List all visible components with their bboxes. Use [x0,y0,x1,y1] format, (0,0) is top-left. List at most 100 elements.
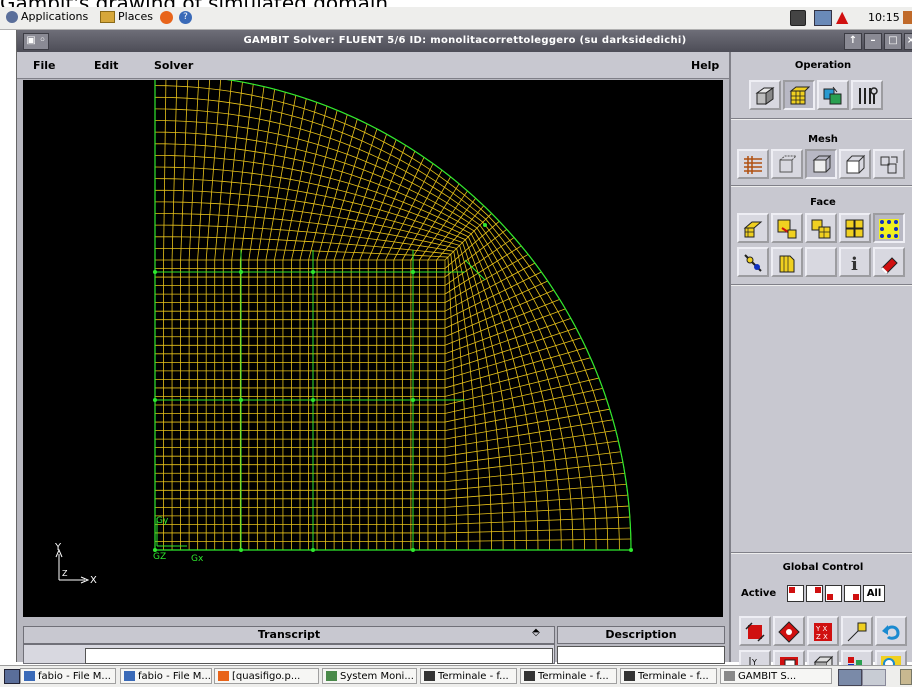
fit-to-window-icon[interactable] [739,616,771,646]
svg-text:Y X: Y X [815,625,828,633]
taskbar-item[interactable]: System Moni... [322,668,417,684]
menu-solver[interactable]: Solver [154,59,193,72]
face-mesh-icon[interactable] [805,149,837,179]
applications-menu[interactable]: Applications [6,10,88,23]
tray-icon[interactable] [903,11,912,24]
description-header: Description [557,626,725,644]
workspace-switcher[interactable] [838,669,862,686]
taskbar-app-icon [424,671,435,681]
folder-icon [100,10,115,23]
trash-icon[interactable] [900,669,912,685]
separator [731,185,912,187]
places-label: Places [118,10,153,23]
separator [731,552,912,554]
taskbar-app-icon [24,671,35,681]
command-panel: Operation Mesh Face i Global Control Act… [729,52,912,680]
window-title: GAMBIT Solver: FLUENT 5/6 ID: monolitaco… [243,35,687,46]
menu-edit[interactable]: Edit [94,59,118,72]
top-panel: Applications Places ? ▲ 10:15 [0,7,912,30]
orient-model-icon[interactable]: Y XZ X [807,616,839,646]
menu-help[interactable]: Help [691,59,719,72]
workspace-2[interactable] [862,669,886,686]
axis-y-label: Y [55,542,62,553]
select-pivot-icon[interactable] [773,616,805,646]
viewport-1-toggle[interactable] [787,585,804,602]
mesh-drawing [55,72,633,584]
graphics-viewport[interactable]: Y X Z Gy GZ Gx [23,72,723,617]
description-area [557,646,725,664]
undo-view-icon[interactable] [875,616,907,646]
viewport-3-toggle[interactable] [825,585,842,602]
axis-x-label: X [90,575,97,586]
delete-face-mesh-icon[interactable] [873,247,905,277]
mesh-faces-icon[interactable] [737,213,769,243]
taskbar-item[interactable]: fabio - File M... [120,668,212,684]
taskbar-item-label: [quasifigo.p... [232,670,301,682]
firefox-icon[interactable] [160,11,173,24]
viewport-4-toggle[interactable] [844,585,861,602]
help-icon[interactable]: ? [179,11,192,24]
taskbar-app-icon [218,671,229,681]
axis-z-label: Z [62,569,68,578]
gambit-window: ▣ ◦ GAMBIT Solver: FLUENT 5/6 ID: monoli… [16,30,912,680]
shade-button[interactable]: ↑ [844,33,862,50]
taskbar-item-label: Terminale - f... [638,670,709,682]
face-info-icon[interactable]: i [839,247,871,277]
taskbar-item[interactable]: fabio - File M... [20,668,116,684]
geometry-icon[interactable] [749,80,781,110]
global-control-title: Global Control [782,562,864,573]
active-label: Active [741,588,777,599]
menu-bar: File Edit Solver Help [17,52,729,79]
boundary-layer-icon[interactable] [737,149,769,179]
places-menu[interactable]: Places [100,10,153,23]
clock[interactable]: 10:15 [868,11,900,24]
taskbar-item[interactable]: [quasifigo.p... [214,668,319,684]
close-button[interactable]: × [904,33,912,50]
empty-face-slot[interactable] [805,247,837,277]
show-desktop-icon[interactable] [4,669,20,684]
taskbar-item[interactable]: GAMBIT S... [720,668,832,684]
window-titlebar: ▣ ◦ GAMBIT Solver: FLUENT 5/6 ID: monoli… [17,30,912,52]
mesh-icon[interactable] [783,80,815,110]
command-input[interactable] [85,648,553,664]
taskbar-item[interactable]: Terminale - f... [420,668,517,684]
taskbar-item-label: Terminale - f... [538,670,609,682]
taskbar-app-icon [326,671,337,681]
operate-light-icon[interactable] [841,616,873,646]
taskbar-item[interactable]: Terminale - f... [520,668,617,684]
face-title: Face [810,197,836,208]
local-z-label: GZ [153,552,167,562]
link-face-meshes-icon[interactable] [771,213,803,243]
volume-mesh-icon[interactable] [839,149,871,179]
viewport-2-toggle[interactable] [806,585,823,602]
taskbar-app-icon [524,671,535,681]
separator [731,118,912,120]
edge-mesh-icon[interactable] [771,149,803,179]
local-y-label: Gy [156,516,169,526]
menu-file[interactable]: File [33,59,56,72]
maximize-button[interactable]: □ [884,33,902,50]
taskbar-item-label: fabio - File M... [38,670,111,682]
taskbar-item-label: Terminale - f... [438,670,509,682]
transcript-header: Transcript [23,626,555,644]
svg-text:Z X: Z X [816,633,828,641]
warning-icon[interactable]: ▲ [836,9,848,25]
taskbar-app-icon [724,671,735,681]
taskbar-item-label: GAMBIT S... [738,670,797,682]
minimize-button[interactable]: – [864,33,882,50]
svg-text:i: i [851,254,858,274]
all-viewports-toggle[interactable]: All [863,585,885,602]
taskbar-item[interactable]: Terminale - f... [620,668,717,684]
zones-icon[interactable] [817,80,849,110]
expand-transcript-icon[interactable]: ⬘ [529,627,543,641]
screenshot-icon[interactable] [790,10,806,26]
group-mesh-icon[interactable] [873,149,905,179]
modify-face-mesh-icon[interactable] [805,213,837,243]
operation-title: Operation [794,60,852,71]
tools-icon[interactable] [851,80,883,110]
smooth-face-mesh-icon[interactable] [873,213,905,243]
face-vertex-type-icon[interactable] [737,247,769,277]
set-face-elements-icon[interactable] [771,247,803,277]
network-icon[interactable] [814,10,832,26]
split-face-mesh-icon[interactable] [839,213,871,243]
